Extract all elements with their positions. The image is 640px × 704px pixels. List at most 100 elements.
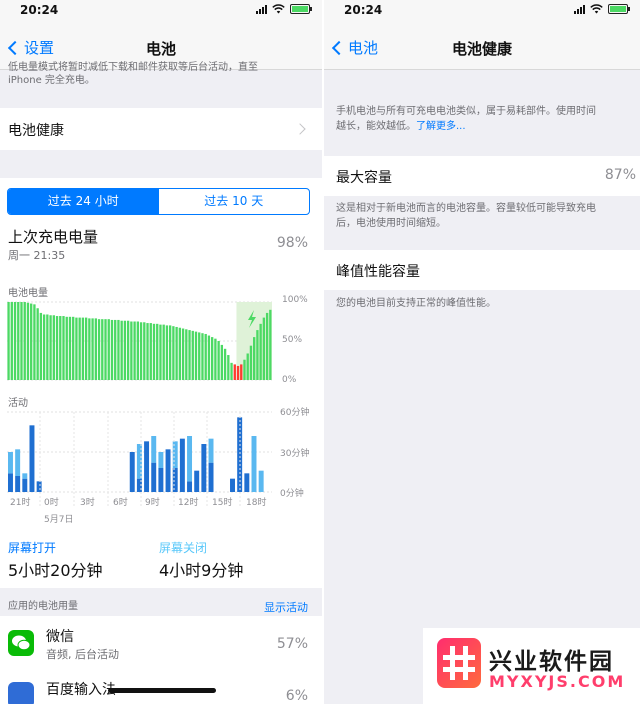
nav-bar: 电池 电池健康 (324, 22, 640, 70)
home-indicator[interactable] (108, 688, 216, 693)
activity-bar-screen-on (8, 473, 13, 492)
activity-bar-screen-off (15, 449, 21, 476)
battery-bar (188, 330, 191, 380)
activity-bar-screen-on (187, 481, 193, 492)
battery-bar (26, 302, 30, 380)
battery-bar (39, 312, 43, 380)
battery-bar (191, 330, 194, 380)
activity-bar-screen-on (129, 452, 135, 492)
segment-last-24-hours[interactable]: 过去 24 小时 (8, 189, 159, 214)
battery-bar (168, 325, 172, 380)
activity-bar-screen-off (172, 441, 178, 468)
activity-bar-screen-on (29, 425, 35, 492)
battery-bar (110, 319, 114, 380)
battery-bar (88, 318, 91, 380)
activity-bar-screen-on (179, 438, 185, 492)
activity-bar-screen-off (208, 438, 214, 463)
baidu-input-app-icon (8, 682, 34, 704)
segment-last-10-days[interactable]: 过去 10 天 (159, 189, 310, 214)
battery-bar (75, 317, 78, 380)
peak-performance-row: 峰值性能容量 (324, 250, 640, 290)
app-percent: 6% (285, 688, 308, 704)
battery-bar (72, 316, 75, 380)
activity-bar-screen-off (251, 436, 257, 492)
battery-bar (81, 317, 85, 380)
time-tick: 6时 (113, 498, 128, 508)
battery-bar (126, 320, 130, 380)
battery-bar (204, 333, 207, 380)
battery-bar (7, 302, 10, 380)
battery-bar (33, 304, 36, 380)
peak-performance-label: 峰值性能容量 (336, 264, 420, 280)
battery-bar (59, 316, 62, 380)
capacity-note-line1: 这是相对于新电池而言的电池容量。容量较低可能导致充电 (336, 203, 596, 214)
page-title: 电池健康 (451, 40, 512, 58)
battery-bar (13, 302, 17, 380)
activity-bar-screen-on (151, 462, 157, 492)
site-watermark: 兴业软件园 MYXYJS.COM (423, 628, 640, 704)
battery-bar (253, 337, 256, 380)
battery-bar (130, 321, 133, 380)
battery-bar (230, 362, 233, 380)
battery-bar (49, 315, 52, 380)
capacity-note-line2: 后，电池使用时间缩短。 (336, 218, 446, 229)
battery-screen: 20:24 设置 电池 低电量模式将暂时减低下载和邮件获取等后台活动，直至 iP… (0, 0, 322, 704)
activity-bar-screen-on (201, 444, 207, 492)
activity-bar-screen-off (22, 473, 28, 479)
battery-bar (139, 322, 143, 380)
battery-bar (117, 319, 120, 380)
activity-axis-0: 0分钟 (280, 489, 304, 499)
intro-line1: 手机电池与所有可充电电池类似，属于易耗部件。使用时间 (336, 106, 596, 117)
app-name: 微信 (46, 629, 74, 645)
wifi-icon (590, 4, 603, 14)
battery-bar (223, 348, 227, 380)
battery-bar (162, 324, 165, 380)
battery-bar (220, 344, 224, 380)
max-capacity-label: 最大容量 (336, 170, 392, 186)
time-range-segmented-control[interactable]: 过去 24 小时 过去 10 天 (7, 188, 310, 215)
app-detail: 音频, 后台活动 (46, 648, 119, 661)
battery-bar (172, 326, 175, 380)
battery-health-row[interactable]: 电池健康 (0, 108, 322, 150)
activity-bar-screen-off (151, 436, 157, 463)
activity-axis-30: 30分钟 (280, 449, 310, 459)
battery-bar (120, 320, 123, 380)
show-activity-button[interactable]: 显示活动 (264, 599, 308, 615)
activity-bar-screen-on (165, 449, 171, 492)
battery-status-icon (290, 4, 312, 14)
battery-bar (17, 302, 20, 380)
battery-bar (198, 332, 201, 380)
battery-bar (236, 365, 240, 380)
activity-bar-screen-on (172, 468, 178, 492)
battery-bar (94, 318, 97, 380)
status-bar: 20:24 (0, 0, 322, 22)
battery-level-chart (7, 301, 272, 381)
low-power-note-line2: iPhone 完全充电。 (8, 75, 95, 86)
battery-bar (104, 319, 107, 380)
learn-more-link[interactable]: 了解更多... (416, 121, 466, 132)
battery-bar (55, 316, 59, 380)
status-time: 20:24 (20, 3, 59, 17)
battery-bar (227, 355, 230, 380)
battery-bar (97, 319, 101, 380)
watermark-text-cn: 兴业软件园 (489, 649, 614, 675)
battery-bar (10, 302, 13, 380)
time-tick: 18时 (246, 498, 267, 508)
battery-bar (185, 329, 188, 380)
battery-bar (152, 323, 156, 380)
wifi-icon (272, 4, 285, 14)
activity-bar-screen-off (158, 452, 164, 468)
activity-bar-screen-off (258, 470, 264, 492)
battery-health-screen: 20:24 电池 电池健康 手机电池与所有可充电电池类似，属于易耗部件。使用时间… (324, 0, 640, 704)
battery-bar (114, 319, 117, 380)
battery-bar (249, 345, 253, 380)
date-label: 5月7日 (44, 515, 74, 525)
battery-bar (146, 323, 149, 380)
screen-on-label: 屏幕打开 (8, 541, 57, 555)
app-name: 百度输入法 (46, 682, 116, 698)
screen-on-value: 5小时20分钟 (8, 561, 103, 580)
activity-bar-screen-off (8, 452, 13, 474)
battery-bar (269, 309, 272, 380)
battery-bar (256, 330, 259, 380)
cellular-signal-icon (574, 4, 585, 14)
